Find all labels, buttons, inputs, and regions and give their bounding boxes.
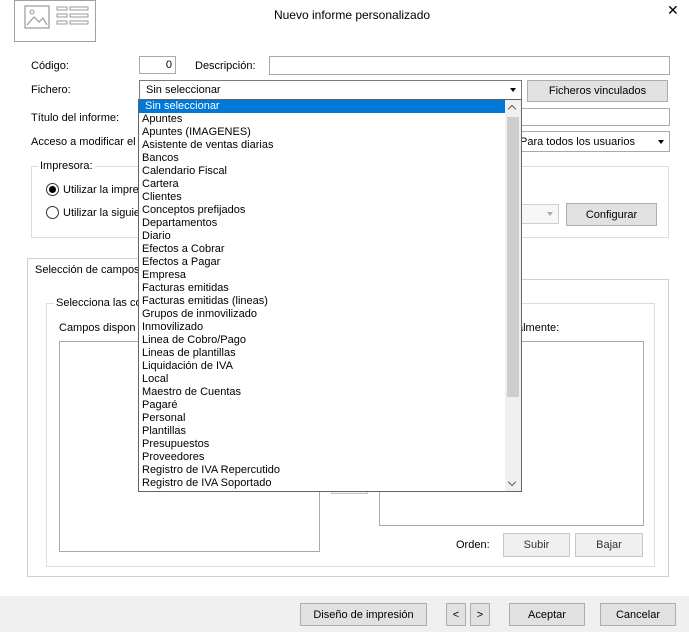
acceso-select[interactable]: Para todos los usuarios [514,131,670,152]
dropdown-option[interactable]: Calendario Fiscal [139,165,521,178]
scrollbar-thumb[interactable] [507,117,519,397]
codigo-value: 0 [165,59,172,71]
dropdown-option[interactable]: Registro de IVA Repercutido [139,464,521,477]
dropdown-option[interactable]: Clientes [139,191,521,204]
chevron-down-icon[interactable] [658,140,664,144]
printer-group-title: Impresora: [38,160,95,172]
printer-default-label: Utilizar la impre [63,184,139,196]
printer-default-radio[interactable] [46,183,59,196]
dropdown-items: Sin seleccionar Apuntes Apuntes (IMAGENES)… [139,100,521,490]
chevron-up-icon[interactable] [507,104,517,114]
dropdown-option[interactable]: Liquidación de IVA [139,360,521,373]
down-button[interactable]: Bajar [575,533,643,557]
ficheros-vinculados-button[interactable]: Ficheros vinculados [527,80,668,102]
accept-button[interactable]: Aceptar [509,603,585,626]
chevron-down-icon[interactable] [507,477,517,487]
printer-custom-label: Utilizar la siguie [63,207,141,219]
chevron-down-icon [547,212,553,216]
design-button[interactable]: Diseño de impresión [300,603,427,626]
fichero-value: Sin seleccionar [146,84,221,96]
descripcion-label: Descripción: [195,60,256,72]
cancel-button[interactable]: Cancelar [600,603,676,626]
dropdown-option[interactable]: Cartera [139,178,521,191]
dropdown-option[interactable]: Diario [139,230,521,243]
acceso-label: Acceso a modificar el [31,136,136,148]
titulo-label: Título del informe: [31,112,120,124]
prev-button[interactable]: < [446,603,466,626]
fields-section-tab[interactable]: Selección de campos [27,258,145,280]
dropdown-option[interactable]: Bancos [139,152,521,165]
dropdown-option[interactable]: Facturas emitidas (lineas) [139,295,521,308]
dropdown-option[interactable]: Facturas emitidas [139,282,521,295]
printer-custom-radio[interactable] [46,206,59,219]
configure-button[interactable]: Configurar [566,203,657,226]
fields-subgroup-title: Selecciona las co [54,297,144,309]
dropdown-option[interactable]: Personal [139,412,521,425]
codigo-input[interactable]: 0 [139,56,176,74]
dropdown-option[interactable]: Grupos de inmovilizado [139,308,521,321]
dropdown-option[interactable]: Efectos a Pagar [139,256,521,269]
dropdown-option[interactable]: Empresa [139,269,521,282]
codigo-label: Código: [31,60,69,72]
dropdown-option[interactable]: Plantillas [139,425,521,438]
dropdown-option[interactable]: Efectos a Cobrar [139,243,521,256]
descripcion-input[interactable] [269,56,670,75]
chevron-down-icon[interactable] [510,88,516,92]
dropdown-option[interactable]: Apuntes (IMAGENES) [139,126,521,139]
fichero-label: Fichero: [31,84,71,96]
acceso-value: Para todos los usuarios [520,136,635,148]
selected-fields-label: almente: [517,322,560,334]
dropdown-option[interactable]: Proveedores [139,451,521,464]
dropdown-option[interactable]: Asistente de ventas diarias [139,139,521,152]
up-button[interactable]: Subir [503,533,570,557]
titulo-input[interactable] [518,108,670,126]
dropdown-option[interactable]: Presupuestos [139,438,521,451]
dropdown-option[interactable]: Apuntes [139,113,521,126]
fichero-select[interactable]: Sin seleccionar [139,80,522,100]
dropdown-scrollbar[interactable] [505,100,521,491]
dropdown-option[interactable]: Lineas de plantillas [139,347,521,360]
fields-section-title: Selección de campos [35,264,140,276]
fichero-dropdown-list[interactable]: Sin seleccionar Apuntes Apuntes (IMAGENES)… [138,99,522,492]
dropdown-option[interactable]: Registro de IVA Soportado [139,477,521,490]
dialog-title: Nuevo informe personalizado [273,8,431,22]
dropdown-option[interactable]: Conceptos prefijados [139,204,521,217]
close-icon[interactable]: ✕ [667,2,679,19]
dropdown-option[interactable]: Linea de Cobro/Pago [139,334,521,347]
order-label: Orden: [456,539,490,551]
dropdown-option[interactable]: Maestro de Cuentas [139,386,521,399]
next-button[interactable]: > [470,603,490,626]
available-fields-label: Campos dispon [59,322,136,334]
dropdown-option[interactable]: Pagaré [139,399,521,412]
dropdown-option[interactable]: Inmovilizado [139,321,521,334]
dropdown-option[interactable]: Local [139,373,521,386]
dropdown-option[interactable]: Sin seleccionar [139,100,521,113]
dropdown-option[interactable]: Departamentos [139,217,521,230]
